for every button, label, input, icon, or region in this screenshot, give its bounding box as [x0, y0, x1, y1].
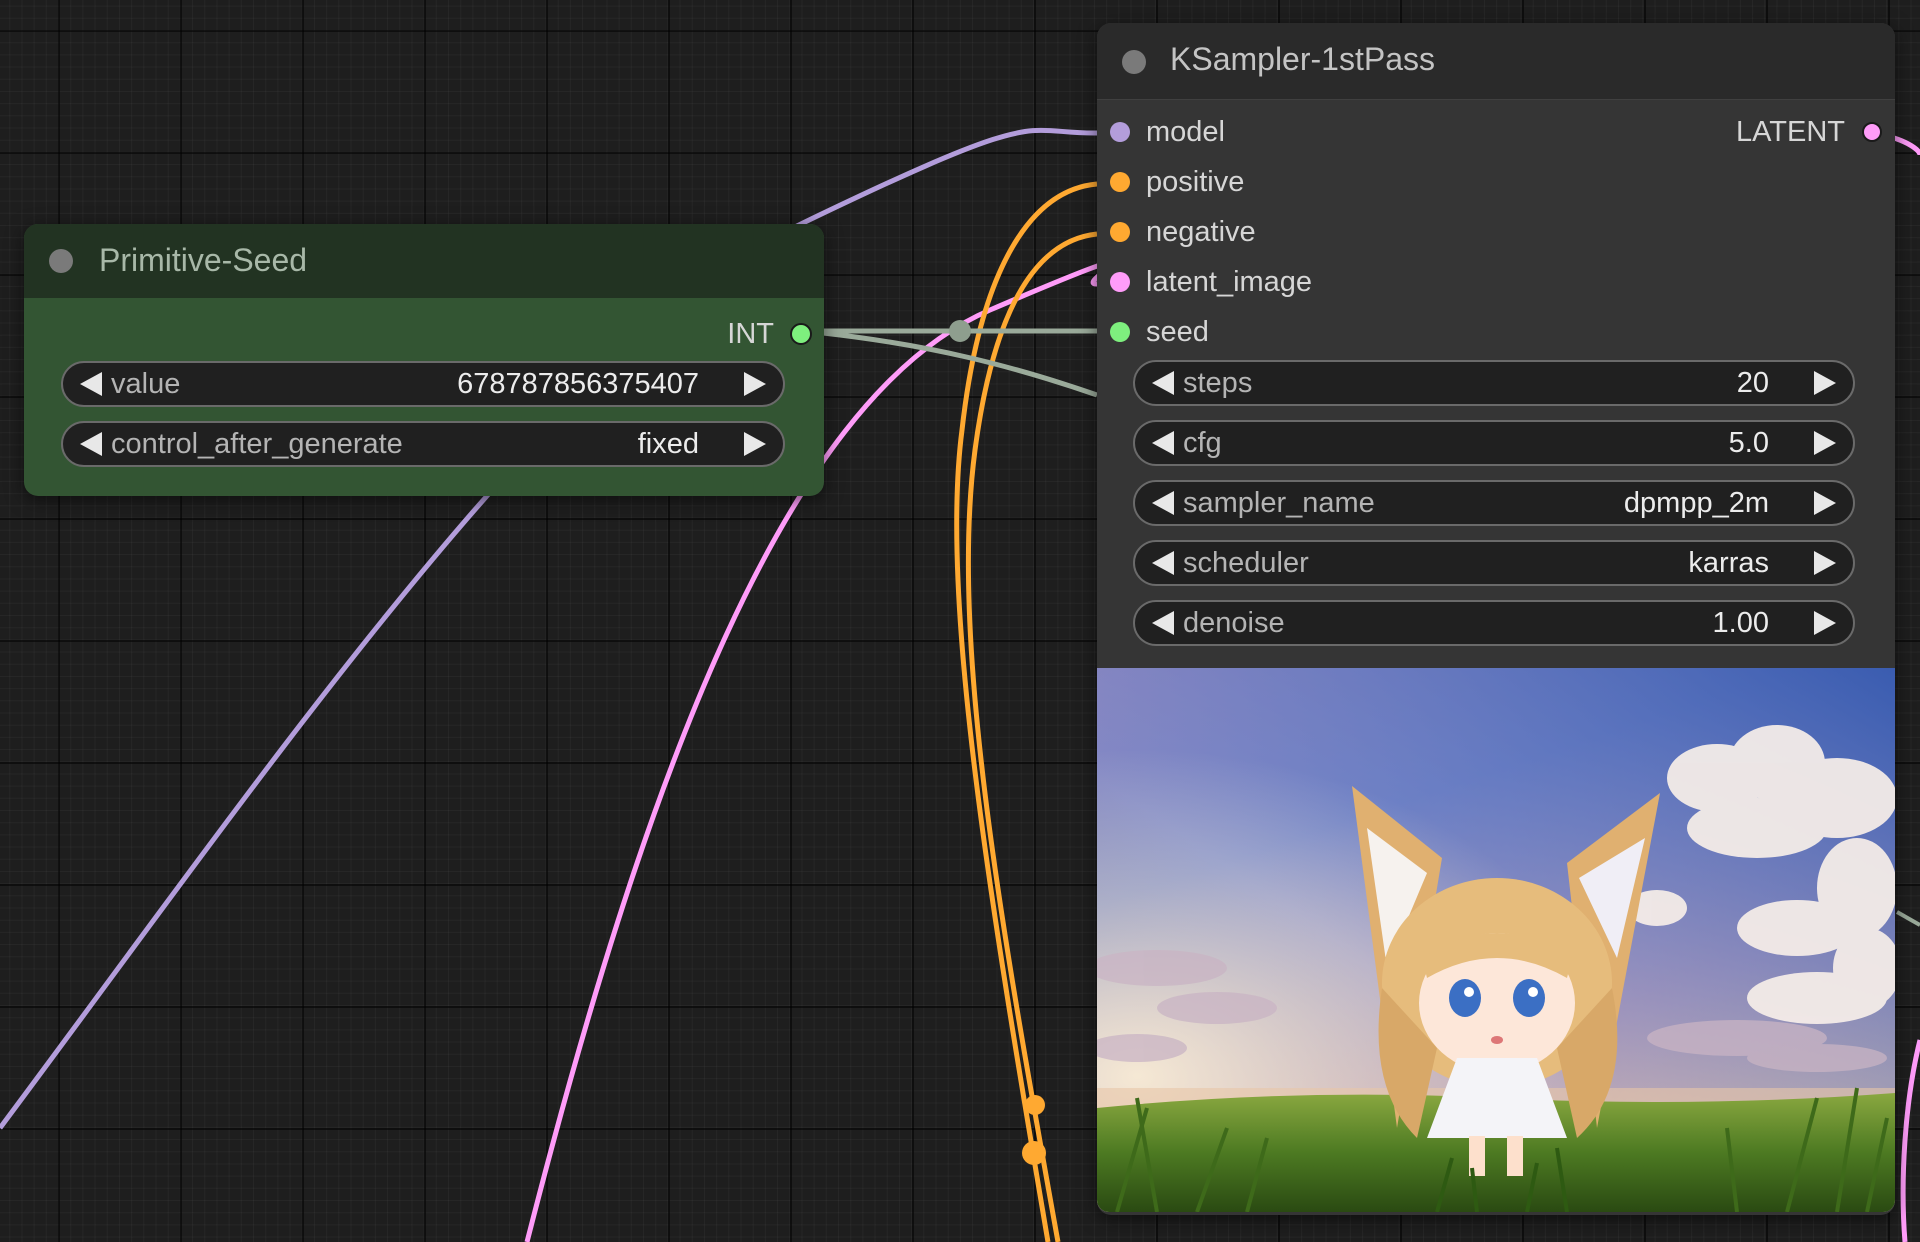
link-midpoint-positive[interactable] — [1025, 1095, 1045, 1115]
decrement-arrow-icon[interactable] — [1143, 542, 1183, 584]
primitive-seed-node[interactable]: Primitive-Seed INT value 678787856375407… — [24, 224, 824, 496]
int-output-slot[interactable] — [790, 323, 812, 345]
increment-arrow-icon[interactable] — [1805, 482, 1845, 524]
increment-arrow-icon[interactable] — [1805, 602, 1845, 644]
latent-image-input-label: latent_image — [1146, 266, 1313, 298]
widget-label: denoise — [1183, 607, 1285, 639]
decrement-arrow-icon[interactable] — [1143, 602, 1183, 644]
reroute-dot[interactable] — [949, 320, 971, 342]
denoise-widget[interactable]: denoise 1.00 — [1133, 600, 1855, 646]
widget-label: sampler_name — [1183, 487, 1375, 519]
link-latent-out-lower — [1900, 1039, 1920, 1242]
link-midpoint-negative[interactable] — [1022, 1141, 1046, 1165]
graph-canvas[interactable]: Primitive-Seed INT value 678787856375407… — [0, 0, 1920, 1242]
scheduler-widget[interactable]: scheduler karras — [1133, 540, 1855, 586]
widget-value: 5.0 — [1728, 427, 1769, 459]
ksampler-node-title: KSampler-1stPass — [1170, 41, 1435, 77]
ksampler-node-title-bar[interactable]: KSampler-1stPass — [1097, 23, 1895, 100]
positive-input-slot[interactable] — [1110, 172, 1130, 192]
model-input-label: model — [1146, 116, 1225, 148]
model-input-slot[interactable] — [1110, 122, 1130, 142]
negative-input-label: negative — [1146, 216, 1256, 248]
latent-output-slot[interactable] — [1862, 122, 1882, 142]
primitive-node-title: Primitive-Seed — [99, 242, 308, 278]
value-widget[interactable]: value 678787856375407 — [61, 361, 785, 407]
increment-arrow-icon[interactable] — [1805, 362, 1845, 404]
decrement-arrow-icon[interactable] — [1143, 482, 1183, 524]
link-seed-branch — [822, 330, 1098, 398]
increment-arrow-icon[interactable] — [1805, 422, 1845, 464]
steps-widget[interactable]: steps 20 — [1133, 360, 1855, 406]
decrement-arrow-icon[interactable] — [71, 363, 111, 405]
widget-value: 1.00 — [1712, 607, 1769, 639]
int-output-label: INT — [727, 318, 774, 350]
fox-girl-anime-preview-icon — [1097, 668, 1895, 1212]
seed-input-label: seed — [1146, 316, 1209, 348]
widget-value: karras — [1688, 547, 1769, 579]
widget-value: 20 — [1736, 367, 1769, 399]
primitive-node-title-bar[interactable]: Primitive-Seed — [24, 224, 824, 298]
latent-output-label: LATENT — [1735, 116, 1845, 148]
latent-image-input-slot[interactable] — [1110, 272, 1130, 292]
collapse-dot-icon[interactable] — [1122, 50, 1146, 74]
ksampler-node[interactable]: KSampler-1stPass model positive negative… — [1097, 23, 1895, 1215]
widget-label: control_after_generate — [111, 428, 403, 460]
increment-arrow-icon[interactable] — [1805, 542, 1845, 584]
widget-label: cfg — [1183, 427, 1222, 459]
link-stub-right — [1896, 910, 1920, 927]
control-after-generate-widget[interactable]: control_after_generate fixed — [61, 421, 785, 467]
cfg-widget[interactable]: cfg 5.0 — [1133, 420, 1855, 466]
negative-input-slot[interactable] — [1110, 222, 1130, 242]
decrement-arrow-icon[interactable] — [1143, 362, 1183, 404]
link-negative — [965, 231, 1098, 1242]
collapse-dot-icon[interactable] — [49, 249, 73, 273]
widget-label: steps — [1183, 367, 1253, 399]
seed-input-slot[interactable] — [1110, 322, 1130, 342]
increment-arrow-icon[interactable] — [735, 423, 775, 465]
widget-value: dpmpp_2m — [1623, 487, 1769, 519]
preview-image[interactable] — [1097, 668, 1895, 1212]
decrement-arrow-icon[interactable] — [1143, 422, 1183, 464]
decrement-arrow-icon[interactable] — [71, 423, 111, 465]
widget-value: 678787856375407 — [457, 368, 699, 400]
widget-label: scheduler — [1183, 547, 1309, 579]
widget-label: value — [111, 368, 181, 400]
sampler-name-widget[interactable]: sampler_name dpmpp_2m — [1133, 480, 1855, 526]
increment-arrow-icon[interactable] — [735, 363, 775, 405]
positive-input-label: positive — [1146, 166, 1245, 198]
widget-value: fixed — [637, 428, 699, 460]
